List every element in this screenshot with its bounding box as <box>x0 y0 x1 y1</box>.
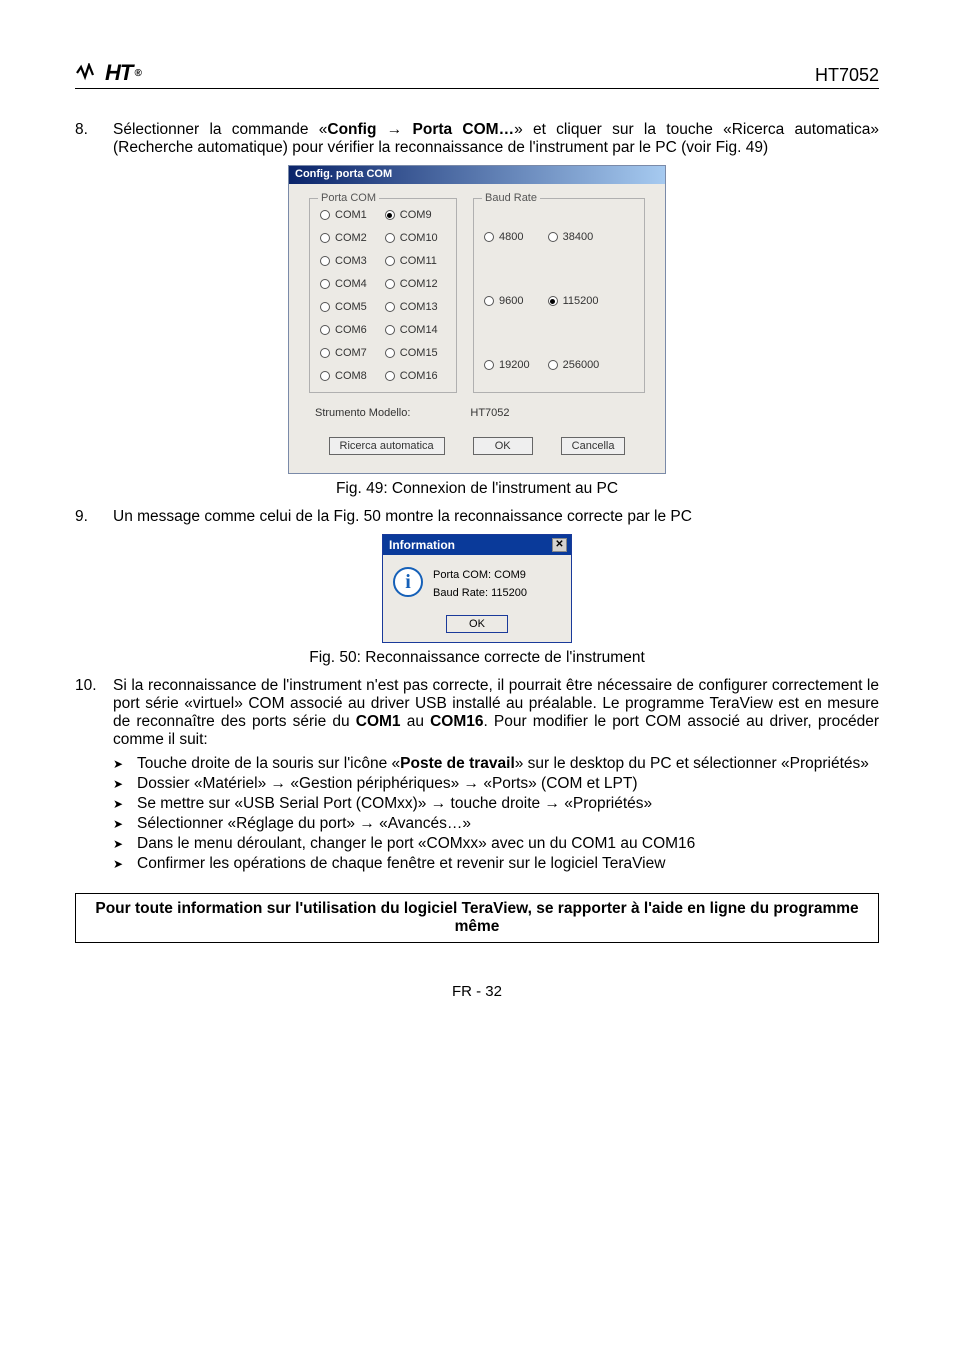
baud-rate-group: Baud Rate 4800 9600 19200 38400 115200 2… <box>473 198 645 393</box>
radio-com14[interactable]: COM14 <box>385 324 438 336</box>
radio-9600[interactable]: 9600 <box>484 295 530 307</box>
substep-3: Se mettre sur «USB Serial Port (COMxx)» … <box>113 795 879 813</box>
information-dialog: Information ✕ i Porta COM: COM9 Baud Rat… <box>382 534 572 643</box>
porta-col-left: COM1 COM2 COM3 COM4 COM5 COM6 COM7 COM8 <box>320 209 367 382</box>
ok-button[interactable]: OK <box>473 437 533 455</box>
config-porta-com-dialog: Config. porta COM Porta COM COM1 COM2 CO… <box>288 165 666 474</box>
step-9: 9. Un message comme celui de la Fig. 50 … <box>75 508 879 526</box>
cancella-button[interactable]: Cancella <box>561 437 626 455</box>
dialog-title: Config. porta COM <box>289 166 665 184</box>
step-10: 10. Si la reconnaissance de l'instrument… <box>75 677 879 875</box>
bullet-icon <box>113 795 129 813</box>
bullet-icon <box>113 855 129 873</box>
info-dialog-titlebar: Information ✕ <box>383 535 571 555</box>
info-dialog-title: Information <box>389 538 455 552</box>
page-number: FR - 32 <box>75 983 879 1000</box>
page-header: HT ® HT7052 <box>75 60 879 89</box>
radio-com8[interactable]: COM8 <box>320 370 367 382</box>
radio-com13[interactable]: COM13 <box>385 301 438 313</box>
radio-19200[interactable]: 19200 <box>484 359 530 371</box>
radio-com10[interactable]: COM10 <box>385 232 438 244</box>
logo-text: HT <box>105 60 132 86</box>
radio-com4[interactable]: COM4 <box>320 278 367 290</box>
radio-4800[interactable]: 4800 <box>484 231 530 243</box>
bullet-icon <box>113 755 129 773</box>
radio-256000[interactable]: 256000 <box>548 359 600 371</box>
radio-com9[interactable]: COM9 <box>385 209 438 221</box>
bullet-icon <box>113 835 129 853</box>
modello-value: HT7052 <box>470 407 509 419</box>
baud-col-right: 38400 115200 256000 <box>548 209 600 371</box>
radio-com11[interactable]: COM11 <box>385 255 438 267</box>
radio-com6[interactable]: COM6 <box>320 324 367 336</box>
radio-com15[interactable]: COM15 <box>385 347 438 359</box>
ricerca-automatica-button[interactable]: Ricerca automatica <box>329 437 445 455</box>
radio-com3[interactable]: COM3 <box>320 255 367 267</box>
step-8: 8. Sélectionner la commande «Config → Po… <box>75 121 879 157</box>
porta-com-group: Porta COM COM1 COM2 COM3 COM4 COM5 COM6 … <box>309 198 457 393</box>
note-box: Pour toute information sur l'utilisation… <box>75 893 879 943</box>
radio-com1[interactable]: COM1 <box>320 209 367 221</box>
logo: HT ® <box>75 60 141 86</box>
radio-com5[interactable]: COM5 <box>320 301 367 313</box>
strumento-modello-row: Strumento Modello: HT7052 <box>315 407 645 419</box>
radio-38400[interactable]: 38400 <box>548 231 600 243</box>
fig49-caption: Fig. 49: Connexion de l'instrument au PC <box>75 480 879 498</box>
info-text: Porta COM: COM9 Baud Rate: 115200 <box>433 567 527 602</box>
header-model: HT7052 <box>815 65 879 86</box>
info-icon: i <box>393 567 423 597</box>
radio-com2[interactable]: COM2 <box>320 232 367 244</box>
radio-com7[interactable]: COM7 <box>320 347 367 359</box>
fig50-caption: Fig. 50: Reconnaissance correcte de l'in… <box>75 649 879 667</box>
modello-label: Strumento Modello: <box>315 407 410 419</box>
substep-6: Confirmer les opérations de chaque fenêt… <box>113 855 879 873</box>
radio-com12[interactable]: COM12 <box>385 278 438 290</box>
substep-5: Dans le menu déroulant, changer le port … <box>113 835 879 853</box>
radio-115200[interactable]: 115200 <box>548 295 600 307</box>
bullet-icon <box>113 815 129 833</box>
bullet-icon <box>113 775 129 793</box>
substep-1: Touche droite de la souris sur l'icône «… <box>113 755 879 773</box>
baud-col-left: 4800 9600 19200 <box>484 209 530 371</box>
close-icon[interactable]: ✕ <box>552 538 567 552</box>
info-ok-button[interactable]: OK <box>446 615 508 633</box>
porta-col-right: COM9 COM10 COM11 COM12 COM13 COM14 COM15… <box>385 209 438 382</box>
radio-com16[interactable]: COM16 <box>385 370 438 382</box>
substep-4: Sélectionner «Réglage du port» → «Avancé… <box>113 815 879 833</box>
substep-2: Dossier «Matériel» → «Gestion périphériq… <box>113 775 879 793</box>
